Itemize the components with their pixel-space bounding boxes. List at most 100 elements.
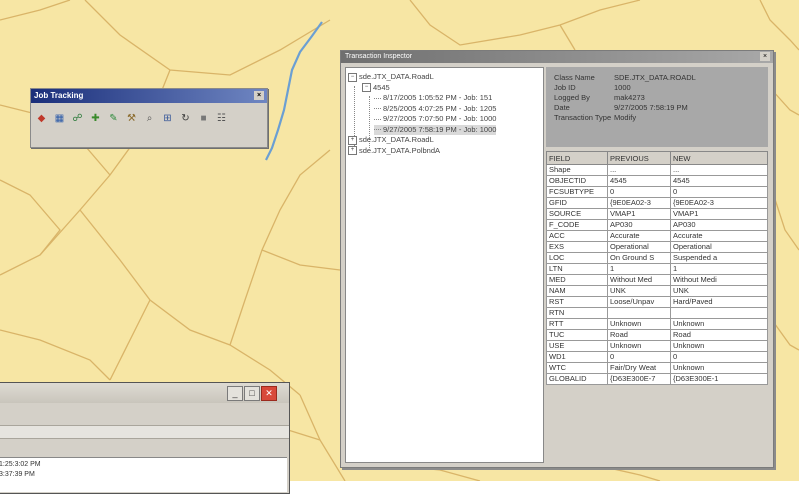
- stop-icon[interactable]: ■: [197, 112, 210, 125]
- list-item[interactable]: 1:25:3:02 PM: [0, 460, 41, 469]
- field-changes-table[interactable]: FIELD PREVIOUS NEW Shape...... OBJECTID 45…: [546, 151, 768, 385]
- collapse-icon[interactable]: −: [348, 72, 357, 82]
- column-header-field[interactable]: FIELD: [546, 151, 608, 165]
- toolbar-buttons: ◆ ▦ ☍ ✚ ✎ ⚒ ⌕ ⊞ ↻ ■ ☷: [31, 103, 267, 133]
- collapse-icon[interactable]: −: [362, 83, 371, 93]
- new-value-cell: Unknown: [670, 362, 768, 374]
- job-icon[interactable]: ☍: [71, 112, 84, 125]
- new-value-cell: 4545: [670, 175, 768, 187]
- tree-item[interactable]: 9/27/2005 7:58:19 PM - Job: 1000: [374, 124, 497, 135]
- new-value-cell: UNK: [670, 285, 768, 297]
- previous-value-cell: Loose/Unpav: [607, 296, 671, 308]
- previous-value-cell: ...: [607, 164, 671, 176]
- tree-item[interactable]: + sde.JTX_DATA.PolbndA: [348, 146, 440, 156]
- info-class-name: Class Name SDE.JTX_DATA.ROADL: [554, 73, 696, 83]
- job-id-value: 1000: [614, 83, 631, 92]
- tree-item-label: 8/25/2005 4:07:25 PM - Job: 1205: [383, 103, 497, 113]
- tree-item[interactable]: 8/25/2005 4:07:25 PM - Job: 1205: [374, 104, 496, 114]
- job-list-body[interactable]: 1:25:3:02 PM 3:37:39 PM: [0, 457, 287, 492]
- inspector-close-button[interactable]: ×: [760, 52, 770, 61]
- close-button[interactable]: ✕: [261, 386, 277, 401]
- field-cell: FCSUBTYPE: [546, 186, 608, 198]
- new-job-icon[interactable]: ✚: [89, 112, 102, 125]
- new-value-cell: [670, 307, 768, 319]
- table-row[interactable]: MED Without Med Without Medi: [546, 274, 768, 286]
- table-row[interactable]: RTT Unknown Unknown: [546, 318, 768, 330]
- edit-icon[interactable]: ✎: [107, 112, 120, 125]
- job-list-title-bar[interactable]: _ □ ✕: [0, 383, 289, 403]
- tree-item[interactable]: − sde.JTX_DATA.RoadL: [348, 72, 434, 82]
- column-header-previous[interactable]: PREVIOUS: [607, 151, 671, 165]
- table-row[interactable]: OBJECTID 4545 4545: [546, 175, 768, 187]
- table-row[interactable]: GFID {9E0EA02-3 {9E0EA02-3: [546, 197, 768, 209]
- table-row[interactable]: LTN 1 1: [546, 263, 768, 275]
- field-cell: WTC: [546, 362, 608, 374]
- table-row[interactable]: WD1 0 0: [546, 351, 768, 363]
- road-line: [299, 394, 346, 481]
- maximize-button[interactable]: □: [244, 386, 260, 401]
- field-cell: NAM: [546, 285, 608, 297]
- field-cell: USE: [546, 340, 608, 352]
- table-row[interactable]: Shape......: [546, 164, 768, 176]
- road-line: [399, 465, 481, 481]
- minimize-button[interactable]: _: [227, 386, 243, 401]
- tree-item[interactable]: −4545: [362, 83, 390, 93]
- job-list-window: _ □ ✕ 1:25:3:02 PM 3:37:39 PM: [0, 382, 290, 494]
- table-row[interactable]: WTC Fair/Dry Weat Unknown: [546, 362, 768, 374]
- tool-icon[interactable]: ⚒: [125, 112, 138, 125]
- road-line: [261, 249, 341, 271]
- toolbar-close-button[interactable]: ×: [254, 91, 264, 100]
- tree-item[interactable]: 8/17/2005 1:05:52 PM - Job: 151: [374, 93, 492, 103]
- tree-item[interactable]: 9/27/2005 7:07:50 PM - Job: 1000: [374, 114, 496, 124]
- new-value-cell: Unknown: [670, 318, 768, 330]
- field-cell: SOURCE: [546, 208, 608, 220]
- tree-item-label: 8/17/2005 1:05:52 PM - Job: 151: [383, 93, 493, 102]
- info-date: Date 9/27/2005 7:58:19 PM: [554, 103, 688, 113]
- road-line: [771, 189, 799, 251]
- field-cell: EXS: [546, 241, 608, 253]
- transaction-tree[interactable]: − sde.JTX_DATA.RoadL −4545 8/17/2005 1:05:5…: [345, 67, 544, 463]
- table-row[interactable]: EXS Operational Operational: [546, 241, 768, 253]
- table-row[interactable]: F_CODE AP030 AP030: [546, 219, 768, 231]
- field-cell: MED: [546, 274, 608, 286]
- toolbar-title: Job Tracking: [34, 91, 84, 100]
- tree-item-label: 4545: [373, 82, 390, 92]
- expand-icon[interactable]: +: [348, 146, 357, 156]
- table-row[interactable]: TUC Road Road: [546, 329, 768, 341]
- previous-value-cell: Unknown: [607, 340, 671, 352]
- job-list-toolbar: [0, 403, 289, 426]
- tree-item[interactable]: + sde.JTX_DATA.RoadL: [348, 135, 434, 145]
- toolbar-title-bar[interactable]: Job Tracking ×: [31, 89, 267, 103]
- transaction-type-label: Transaction Type: [554, 113, 612, 122]
- table-row[interactable]: NAM UNK UNK: [546, 285, 768, 297]
- field-cell: ACC: [546, 230, 608, 242]
- table-row[interactable]: RST Loose/Unpav Hard/Paved: [546, 296, 768, 308]
- field-cell: OBJECTID: [546, 175, 608, 187]
- search-icon[interactable]: ⌕: [143, 112, 156, 125]
- tree-connector: [374, 97, 381, 99]
- table-row[interactable]: ACC Accurate Accurate: [546, 230, 768, 242]
- field-cell: Shape: [546, 164, 608, 176]
- table-row[interactable]: SOURCE VMAP1 VMAP1: [546, 208, 768, 220]
- table-row[interactable]: FCSUBTYPE 0 0: [546, 186, 768, 198]
- previous-value-cell: 4545: [607, 175, 671, 187]
- properties-icon[interactable]: ☷: [215, 112, 228, 125]
- add-diamond-icon[interactable]: ◆: [35, 112, 48, 125]
- new-value-cell: 1: [670, 263, 768, 275]
- refresh-icon[interactable]: ↻: [179, 112, 192, 125]
- select-icon[interactable]: ⊞: [161, 112, 174, 125]
- table-row[interactable]: LOC On Ground S Suspended a: [546, 252, 768, 264]
- list-item[interactable]: 3:37:39 PM: [0, 470, 35, 479]
- table-row[interactable]: RTN: [546, 307, 768, 319]
- column-header-new[interactable]: NEW: [670, 151, 768, 165]
- table-row[interactable]: USE Unknown Unknown: [546, 340, 768, 352]
- new-value-cell: Hard/Paved: [670, 296, 768, 308]
- grid-icon[interactable]: ▦: [53, 112, 66, 125]
- field-cell: F_CODE: [546, 219, 608, 231]
- table-row[interactable]: GLOBALID {D63E300E-7 {D63E300E-1: [546, 373, 768, 385]
- road-line: [771, 319, 799, 351]
- tree-connector: [374, 129, 381, 131]
- inspector-title-bar[interactable]: Transaction Inspector ×: [341, 51, 773, 63]
- expand-icon[interactable]: +: [348, 135, 357, 145]
- tree-item-label: sde.JTX_DATA.RoadL: [359, 72, 434, 81]
